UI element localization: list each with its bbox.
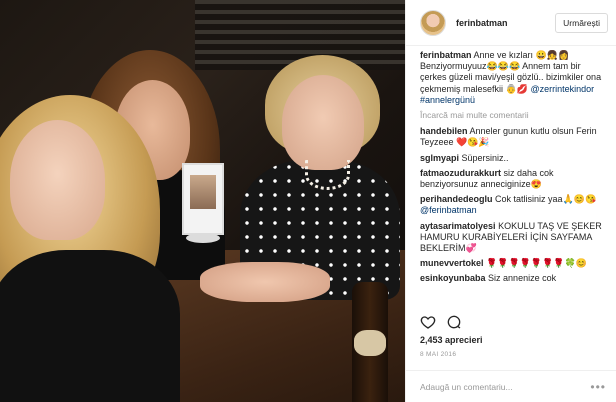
caption: ferinbatman Anne ve kızları 😀👧👩 Benziyor… <box>420 50 608 106</box>
post-date: 8 MAI 2016 <box>420 351 457 358</box>
comment-username[interactable]: esinkoyunbaba <box>420 273 486 283</box>
comment-icon[interactable] <box>446 314 462 330</box>
photo-bottle-label <box>354 330 386 356</box>
photo-person-3-face <box>282 75 364 170</box>
comment-item: sglmyapi Süpersiniz.. <box>420 153 608 164</box>
add-comment-bar: ••• <box>406 370 616 402</box>
instagram-post: ferinbatman Urmărești ferinbatman Anne v… <box>0 0 616 402</box>
comment-text: Cok tatlisiniz yaa🙏😊😘 <box>495 194 597 205</box>
add-comment-input[interactable] <box>420 381 591 392</box>
comment-item: munevvertokel 🌹🌹🌹🌹🌹🌹🌹🍀😊 <box>420 258 608 269</box>
load-more-comments-link[interactable]: Încarcă mai multe comentarii <box>420 110 608 121</box>
comments-list: ferinbatman Anne ve kızları 😀👧👩 Benziyor… <box>420 50 608 308</box>
caption-mention[interactable]: @zerrintekindor <box>530 84 594 94</box>
comment-username[interactable]: perihandedeoglu <box>420 194 493 204</box>
following-button[interactable]: Urmărești <box>555 12 608 33</box>
likes-count[interactable]: 2,453 aprecieri <box>420 335 483 345</box>
avatar[interactable] <box>420 9 446 36</box>
comment-username[interactable]: munevvertokel <box>420 258 484 268</box>
post-side-panel: ferinbatman Urmărești ferinbatman Anne v… <box>405 0 616 402</box>
post-header: ferinbatman Urmărești <box>406 0 616 46</box>
comment-mention[interactable]: @ferinbatman <box>420 205 477 215</box>
comment-text: Süpersiniz.. <box>461 152 509 163</box>
comment-item: fatmaozudurakkurt siz daha cok benziyors… <box>420 168 608 190</box>
comment-username[interactable]: handebilen <box>420 126 468 136</box>
comment-text: 🌹🌹🌹🌹🌹🌹🌹🍀😊 <box>486 258 587 269</box>
comment-username[interactable]: fatmaozudurakkurt <box>420 168 501 178</box>
photo-pearl-necklace <box>305 160 350 190</box>
comment-username[interactable]: aytasarimatolyesi <box>420 221 496 231</box>
heart-icon[interactable] <box>420 314 436 330</box>
comment-text: Siz annenize cok <box>488 273 557 284</box>
post-photo[interactable] <box>0 0 405 402</box>
caption-hashtag[interactable]: #annelergünü <box>420 95 475 105</box>
comment-username[interactable]: sglmyapi <box>420 153 459 163</box>
photo-standee-base <box>186 233 220 243</box>
photo-person-1-body <box>0 250 180 402</box>
comment-item: esinkoyunbaba Siz annenize cok <box>420 273 608 284</box>
header-username[interactable]: ferinbatman <box>456 18 555 28</box>
post-actions <box>420 311 462 333</box>
comment-item: aytasarimatolyesi KOKULU TAŞ VE ŞEKER HA… <box>420 221 608 255</box>
comment-item: perihandedeoglu Cok tatlisiniz yaa🙏😊😘 @f… <box>420 194 608 216</box>
photo-person-1-face <box>10 120 105 240</box>
caption-username[interactable]: ferinbatman <box>420 50 472 60</box>
more-options-icon[interactable]: ••• <box>590 380 606 394</box>
photo-joined-hands <box>200 262 330 302</box>
comment-item: handebilen Anneler gunun kutlu olsun Fer… <box>420 126 608 148</box>
photo-table-standee <box>182 163 224 235</box>
